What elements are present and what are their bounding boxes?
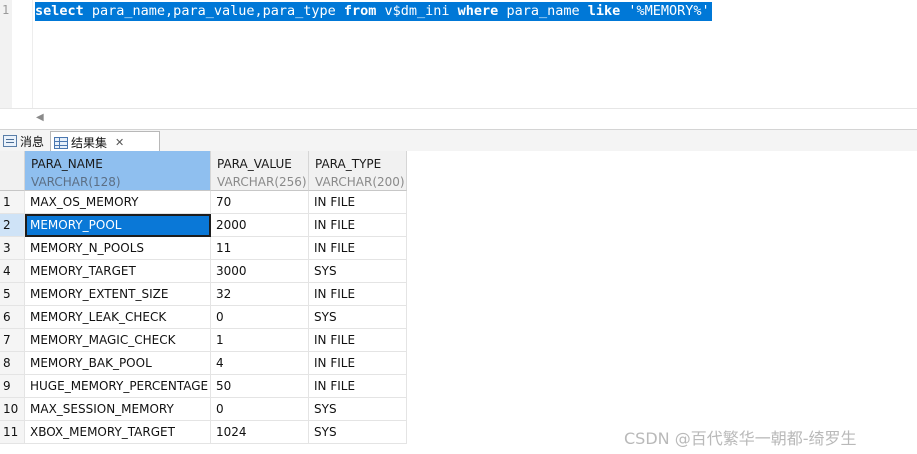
cell-para-name[interactable]: MEMORY_N_POOLS bbox=[25, 237, 211, 260]
grid-corner[interactable] bbox=[0, 151, 25, 191]
column-name: PARA_NAME bbox=[31, 157, 103, 171]
cell-para-name[interactable]: XBOX_MEMORY_TARGET bbox=[25, 421, 211, 444]
cell-para-value[interactable]: 0 bbox=[211, 398, 309, 421]
sql-text: para_name bbox=[498, 3, 588, 19]
row-number[interactable]: 2 bbox=[0, 214, 25, 237]
sql-keyword: select bbox=[35, 3, 84, 19]
cell-para-value[interactable]: 3000 bbox=[211, 260, 309, 283]
row-number[interactable]: 7 bbox=[0, 329, 25, 352]
fold-gutter bbox=[12, 0, 33, 108]
row-number[interactable]: 10 bbox=[0, 398, 25, 421]
table-row[interactable]: 7 MEMORY_MAGIC_CHECK 1 IN FILE bbox=[0, 329, 407, 352]
sql-text: v$dm_ini bbox=[376, 3, 458, 19]
sql-query-text[interactable]: select para_name,para_value,para_type fr… bbox=[35, 2, 712, 21]
row-number[interactable]: 6 bbox=[0, 306, 25, 329]
message-icon bbox=[3, 135, 17, 147]
cell-para-value[interactable]: 0 bbox=[211, 306, 309, 329]
cell-para-type[interactable]: IN FILE bbox=[309, 375, 407, 398]
result-grid[interactable]: PARA_NAME VARCHAR(128) PARA_VALUE VARCHA… bbox=[0, 151, 917, 454]
cell-para-value[interactable]: 2000 bbox=[211, 214, 309, 237]
tab-messages[interactable]: 消息 bbox=[0, 131, 48, 151]
table-row[interactable]: 10 MAX_SESSION_MEMORY 0 SYS bbox=[0, 398, 407, 421]
tab-messages-label: 消息 bbox=[20, 134, 45, 149]
row-number[interactable]: 11 bbox=[0, 421, 25, 444]
row-number[interactable]: 1 bbox=[0, 191, 25, 214]
cell-para-type[interactable]: SYS bbox=[309, 398, 407, 421]
cell-para-type[interactable]: IN FILE bbox=[309, 352, 407, 375]
sql-keyword: like bbox=[587, 3, 621, 19]
sql-text: '%MEMORY%' bbox=[620, 3, 710, 19]
cell-para-type[interactable]: IN FILE bbox=[309, 283, 407, 306]
row-number[interactable]: 3 bbox=[0, 237, 25, 260]
table-row[interactable]: 3 MEMORY_N_POOLS 11 IN FILE bbox=[0, 237, 407, 260]
column-header-para-type[interactable]: PARA_TYPE VARCHAR(200) bbox=[309, 151, 407, 191]
sql-keyword: from bbox=[343, 3, 377, 19]
cell-para-value[interactable]: 70 bbox=[211, 191, 309, 214]
row-number[interactable]: 9 bbox=[0, 375, 25, 398]
table-row[interactable]: 2 MEMORY_POOL 2000 IN FILE bbox=[0, 214, 407, 237]
column-header-para-value[interactable]: PARA_VALUE VARCHAR(256) bbox=[211, 151, 309, 191]
sql-text: para_name,para_value,para_type bbox=[83, 3, 344, 19]
grid-icon bbox=[54, 136, 68, 149]
row-number[interactable]: 4 bbox=[0, 260, 25, 283]
cell-para-name[interactable]: HUGE_MEMORY_PERCENTAGE bbox=[25, 375, 211, 398]
cell-para-name[interactable]: MEMORY_LEAK_CHECK bbox=[25, 306, 211, 329]
table-row[interactable]: 4 MEMORY_TARGET 3000 SYS bbox=[0, 260, 407, 283]
cell-para-value[interactable]: 1 bbox=[211, 329, 309, 352]
column-type: VARCHAR(128) bbox=[31, 175, 121, 189]
cell-para-name[interactable]: MAX_SESSION_MEMORY bbox=[25, 398, 211, 421]
table-row[interactable]: 8 MEMORY_BAK_POOL 4 IN FILE bbox=[0, 352, 407, 375]
watermark: CSDN @百代繁华一朝都-绮罗生 bbox=[624, 429, 857, 448]
tab-result-set[interactable]: 结果集 ✕ bbox=[50, 131, 160, 153]
result-tab-bar: 消息 结果集 ✕ bbox=[0, 129, 917, 153]
cell-para-value[interactable]: 1024 bbox=[211, 421, 309, 444]
cell-para-value[interactable]: 4 bbox=[211, 352, 309, 375]
cell-para-name[interactable]: MEMORY_POOL bbox=[25, 214, 211, 237]
table-row[interactable]: 1 MAX_OS_MEMORY 70 IN FILE bbox=[0, 191, 407, 214]
cell-para-type[interactable]: SYS bbox=[309, 421, 407, 444]
column-type: VARCHAR(256) bbox=[217, 175, 307, 189]
close-icon[interactable]: ✕ bbox=[115, 136, 124, 149]
row-number[interactable]: 5 bbox=[0, 283, 25, 306]
row-number[interactable]: 8 bbox=[0, 352, 25, 375]
cell-para-name[interactable]: MAX_OS_MEMORY bbox=[25, 191, 211, 214]
column-name: PARA_VALUE bbox=[217, 157, 292, 171]
column-name: PARA_TYPE bbox=[315, 157, 382, 171]
sql-editor[interactable]: 1 select para_name,para_value,para_type … bbox=[0, 0, 917, 108]
scroll-left-icon[interactable]: ◀ bbox=[36, 112, 44, 123]
table-row[interactable]: 9 HUGE_MEMORY_PERCENTAGE 50 IN FILE bbox=[0, 375, 407, 398]
editor-horizontal-scrollbar[interactable]: ◀ bbox=[0, 108, 917, 129]
cell-para-type[interactable]: IN FILE bbox=[309, 237, 407, 260]
cell-para-name[interactable]: MEMORY_TARGET bbox=[25, 260, 211, 283]
column-header-para-name[interactable]: PARA_NAME VARCHAR(128) bbox=[25, 151, 211, 191]
cell-para-value[interactable]: 50 bbox=[211, 375, 309, 398]
sql-keyword: where bbox=[457, 3, 499, 19]
cell-para-type[interactable]: IN FILE bbox=[309, 329, 407, 352]
column-type: VARCHAR(200) bbox=[315, 175, 405, 189]
table-row[interactable]: 5 MEMORY_EXTENT_SIZE 32 IN FILE bbox=[0, 283, 407, 306]
cell-para-type[interactable]: SYS bbox=[309, 260, 407, 283]
cell-para-name[interactable]: MEMORY_MAGIC_CHECK bbox=[25, 329, 211, 352]
cell-para-name[interactable]: MEMORY_BAK_POOL bbox=[25, 352, 211, 375]
tab-result-set-label: 结果集 bbox=[71, 136, 108, 150]
table-row[interactable]: 6 MEMORY_LEAK_CHECK 0 SYS bbox=[0, 306, 407, 329]
cell-para-type[interactable]: SYS bbox=[309, 306, 407, 329]
table-row[interactable]: 11 XBOX_MEMORY_TARGET 1024 SYS bbox=[0, 421, 407, 444]
cell-para-type[interactable]: IN FILE bbox=[309, 214, 407, 237]
cell-para-value[interactable]: 32 bbox=[211, 283, 309, 306]
cell-para-name[interactable]: MEMORY_EXTENT_SIZE bbox=[25, 283, 211, 306]
cell-para-type[interactable]: IN FILE bbox=[309, 191, 407, 214]
cell-para-value[interactable]: 11 bbox=[211, 237, 309, 260]
